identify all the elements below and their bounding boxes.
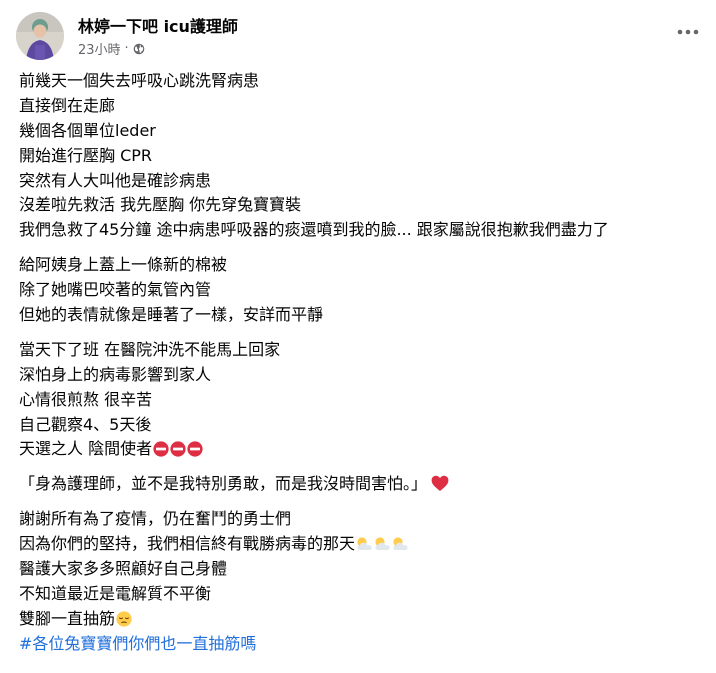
- post-text-line: 雙腳一直抽筋: [19, 607, 706, 632]
- post-text-line: 突然有人大叫他是確診病患: [19, 170, 212, 190]
- post-text-line: 自己觀察4、5天後: [19, 414, 152, 434]
- post-text-line: 給阿姨身上蓋上一條新的棉被: [19, 255, 228, 275]
- post-text-line: 心情很煎熬 很辛苦: [19, 389, 153, 409]
- more-options-button[interactable]: [672, 20, 704, 44]
- sun-behind-cloud-emoji: [392, 535, 409, 560]
- post-text-line: 醫護大家多多照顧好自己身體: [19, 559, 228, 579]
- post-text-line: 直接倒在走廊: [19, 95, 116, 115]
- meta-separator: ·: [124, 41, 129, 56]
- post-text-line: 除了她嘴巴咬著的氣管內管: [19, 280, 212, 300]
- post-text-line: 深怕身上的病毒影響到家人: [19, 364, 212, 384]
- author-name[interactable]: 林婷一下吧 icu護理師: [78, 13, 238, 37]
- post-text-line: 天選之人 陰間使者: [19, 437, 706, 462]
- globe-icon[interactable]: [133, 43, 145, 55]
- post-text-line: 我們急救了45分鐘 途中病患呼吸器的痰還噴到我的臉... 跟家屬說很抱歉我們盡力…: [19, 220, 609, 240]
- post-text-line: 謝謝所有為了疫情，仍在奮鬥的勇士們: [19, 509, 292, 529]
- post-text-line: 因為你們的堅持，我們相信終有戰勝病毒的那天: [19, 532, 706, 557]
- sun-behind-cloud-emoji: [356, 535, 373, 560]
- post-text-line: 沒差啦先救活 我先壓胸 你先穿兔寶寶裝: [19, 195, 302, 215]
- post-text-line: 當天下了班 在醫院沖洗不能馬上回家: [19, 339, 281, 359]
- no-entry-emoji: [153, 440, 169, 465]
- avatar[interactable]: [16, 12, 64, 60]
- post-text-line: 開始進行壓胸 CPR: [19, 145, 153, 165]
- post-header: 林婷一下吧 icu護理師 23小時 ·: [16, 10, 704, 64]
- no-entry-emoji: [170, 440, 186, 465]
- post-text-line: 但她的表情就像是睡著了一樣，安詳而平靜: [19, 305, 324, 325]
- post-text-line: 前幾天一個失去呼吸心跳洗腎病患: [19, 71, 260, 90]
- post-text: 雙腳一直抽筋: [19, 608, 116, 628]
- post-meta: 23小時 ·: [78, 39, 145, 58]
- more-options-icon: [677, 29, 699, 35]
- sun-behind-cloud-emoji: [374, 535, 391, 560]
- post-text: 「身為護理師，並不是我特別勇敢，而是我沒時間害怕。」: [19, 474, 428, 494]
- post-text-line: 「身為護理師，並不是我特別勇敢，而是我沒時間害怕。」: [19, 472, 706, 497]
- post-text: 因為你們的堅持，我們相信終有戰勝病毒的那天: [19, 534, 356, 554]
- no-entry-emoji: [187, 440, 203, 465]
- post-body: 前幾天一個失去呼吸心跳洗腎病患 直接倒在走廊 幾個各個單位leder 開始進行壓…: [19, 69, 706, 657]
- red-heart-emoji: [431, 475, 449, 500]
- post-text-line: 幾個各個單位leder: [19, 120, 156, 140]
- post-text: 天選之人 陰間使者: [19, 439, 153, 459]
- hashtag-link[interactable]: #各位兔寶寶們你們也一直抽筋嗎: [19, 632, 706, 657]
- pensive-face-emoji: [116, 610, 132, 635]
- facebook-post: 林婷一下吧 icu護理師 23小時 · 前幾天一個失去呼吸心跳洗腎病患 直接倒在…: [0, 0, 716, 673]
- post-timestamp[interactable]: 23小時: [78, 39, 121, 58]
- post-text-line: 不知道最近是電解質不平衡: [19, 583, 212, 603]
